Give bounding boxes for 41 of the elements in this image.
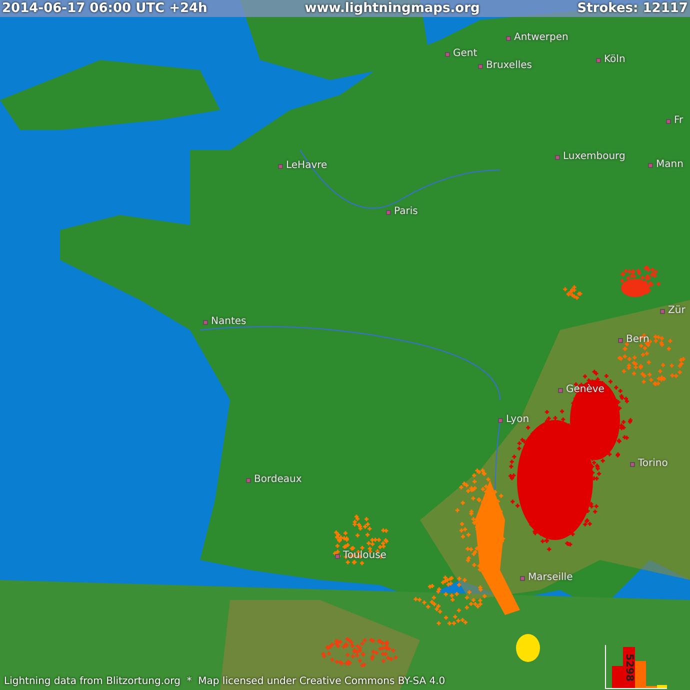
city-marker-icon: [558, 388, 563, 392]
city-label: Torino: [638, 458, 668, 470]
city-label: Köln: [604, 54, 626, 66]
timestamp: 2014-06-17 06:00 UTC +24h: [2, 1, 208, 16]
attribution-text: Lightning data from Blitzortung.org * Map licensed under Creative Commons BY-SA 4.0: [4, 676, 446, 688]
city-label: Zür: [668, 305, 686, 317]
city-marker-icon: [478, 64, 483, 68]
lightning-cluster-drawing: [516, 634, 540, 662]
city-marker-icon: [506, 36, 511, 40]
city-label: Bruxelles: [486, 60, 532, 72]
city-label: Bordeaux: [254, 474, 302, 486]
city-label: Gent: [453, 48, 478, 60]
city-label: Marseille: [528, 572, 573, 584]
city-label: Paris: [394, 206, 418, 218]
city-label: Antwerpen: [514, 32, 568, 44]
city-marker-icon: [596, 58, 601, 62]
lightning-cluster-drawing: [562, 284, 584, 300]
city-marker-icon: [203, 320, 208, 324]
city-marker-icon: [498, 418, 503, 422]
city-marker-icon: [445, 52, 450, 56]
lightning-cluster-drawing: [332, 514, 390, 566]
city-label: Lyon: [506, 414, 530, 426]
city-marker-icon: [335, 554, 340, 558]
city-marker-icon: [666, 118, 671, 124]
lightning-cluster-drawing: [619, 264, 662, 297]
city-marker-icon: [278, 164, 283, 168]
city-label: Mann: [656, 159, 684, 171]
city-label: Nantes: [211, 316, 246, 328]
city-marker-icon: [520, 576, 525, 580]
city-marker-icon: [648, 162, 653, 168]
city-label: Fr: [674, 115, 684, 127]
city-marker-icon: [618, 338, 623, 342]
city-marker-icon: [555, 154, 560, 160]
city-marker-icon: [660, 308, 665, 314]
city-marker-icon: [246, 478, 251, 482]
city-label: Luxembourg: [563, 151, 626, 163]
histogram-peak-label: 5298: [622, 654, 636, 682]
strokes-count: Strokes: 12117: [577, 1, 688, 16]
city-marker-icon: [630, 462, 635, 466]
city-marker-icon: [386, 210, 391, 214]
site-address: www.lightningmaps.org: [304, 1, 480, 16]
